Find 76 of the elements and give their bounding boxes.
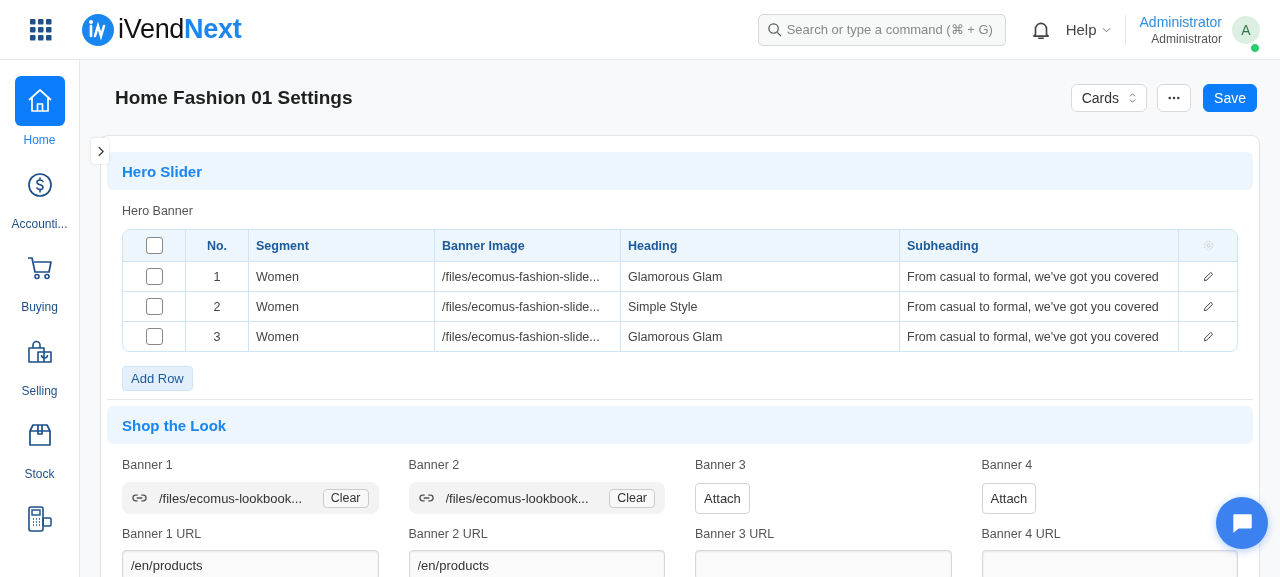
clear-button[interactable]: Clear — [609, 488, 655, 508]
search-icon — [766, 22, 782, 37]
user-role: Administrator — [1151, 31, 1222, 46]
table-cell: Women — [256, 329, 299, 344]
sidebar-item[interactable]: Accounti... — [0, 159, 79, 243]
dollar-coin-icon — [25, 170, 54, 199]
table-cell: /files/ecomus-fashion-slide... — [442, 299, 600, 314]
row-checkbox[interactable] — [145, 298, 163, 315]
field-label: Banner 1 URL — [122, 527, 203, 542]
link-icon — [132, 493, 147, 503]
table-cell: Simple Style — [628, 299, 698, 314]
view-select[interactable]: Cards — [1070, 83, 1148, 112]
field-label: Hero Banner — [122, 204, 194, 219]
caret-icon — [1101, 26, 1111, 33]
field-label: Banner 2 — [408, 458, 461, 473]
row-checkbox[interactable] — [145, 268, 163, 285]
table-cell: From casual to formal, we've got you covered — [907, 269, 1159, 284]
column-header: Segment — [256, 238, 309, 253]
table-cell: /files/ecomus-fashion-slide... — [442, 269, 600, 284]
search-field[interactable]: Search or type a command (⌘ + G) — [757, 13, 1006, 46]
sidebar-item[interactable]: Home — [0, 76, 79, 160]
select-all-checkbox[interactable] — [145, 237, 163, 254]
brand-name: iVendNext — [118, 14, 242, 45]
chevron-right-icon — [96, 145, 104, 157]
pencil-icon[interactable] — [1202, 301, 1214, 312]
user-name[interactable]: Administrator — [1139, 13, 1222, 30]
row-checkbox[interactable] — [145, 328, 163, 345]
table-cell: Glamorous Glam — [628, 329, 723, 344]
logo-icon — [82, 13, 114, 46]
card-terminal-icon — [25, 504, 54, 533]
section-title: Shop the Look — [122, 416, 227, 434]
pencil-icon[interactable] — [1202, 271, 1214, 282]
sort-caret-icon — [1129, 92, 1137, 103]
url-input[interactable]: /en/products — [408, 550, 665, 577]
field-label: Banner 4 URL — [981, 527, 1062, 542]
field-label: Banner 3 — [695, 458, 747, 473]
more-icon — [1168, 95, 1181, 100]
table-cell: From casual to formal, we've got you covered — [907, 299, 1159, 314]
link-icon — [418, 493, 434, 503]
table-cell: 3 — [213, 329, 221, 344]
table-cell: Glamorous Glam — [628, 269, 723, 284]
add-row-button[interactable]: Add Row — [122, 366, 193, 391]
field-label: Banner 4 — [981, 458, 1034, 473]
help-menu[interactable]: Help — [1065, 21, 1111, 38]
cart-icon — [25, 254, 54, 282]
user-avatar[interactable]: A — [1232, 15, 1260, 44]
table-cell: Women — [256, 269, 299, 284]
table-cell: /files/ecomus-fashion-slide... — [442, 329, 600, 344]
sidebar-item[interactable]: Buying — [0, 243, 79, 327]
page-title: Home Fashion 01 Settings — [115, 86, 353, 109]
attachment-field[interactable]: /files/ecomus-lookbook... Clear — [122, 482, 379, 514]
clear-button[interactable]: Clear — [322, 488, 369, 508]
column-header: Subheading — [907, 238, 979, 253]
column-header: No. — [206, 238, 228, 253]
pencil-icon[interactable] — [1202, 331, 1214, 342]
table-cell: 2 — [213, 299, 221, 314]
attachment-field[interactable]: /files/ecomus-lookbook... Clear — [408, 482, 665, 514]
table-cell: From casual to formal, we've got you covered — [907, 329, 1159, 344]
column-header: Heading — [628, 238, 678, 253]
url-input[interactable] — [695, 550, 952, 577]
table-cell: Women — [256, 299, 299, 314]
attach-button[interactable]: Attach — [695, 482, 750, 514]
apps-grid-icon[interactable] — [30, 18, 52, 41]
field-label: Banner 1 — [122, 458, 174, 473]
sidebar-toggle[interactable] — [91, 138, 109, 164]
url-input[interactable]: /en/products — [122, 550, 379, 577]
save-button[interactable]: Save — [1203, 83, 1257, 112]
sidebar-item[interactable]: Selling — [0, 326, 79, 410]
url-input[interactable] — [981, 550, 1238, 577]
attach-button[interactable]: Attach — [981, 482, 1037, 514]
table-cell: 1 — [213, 269, 221, 284]
field-label: Banner 3 URL — [695, 527, 776, 542]
section-title: Hero Slider — [122, 162, 203, 180]
sidebar-item[interactable]: Stock — [0, 410, 79, 494]
field-label: Banner 2 URL — [408, 527, 489, 542]
column-header: Banner Image — [442, 238, 525, 253]
